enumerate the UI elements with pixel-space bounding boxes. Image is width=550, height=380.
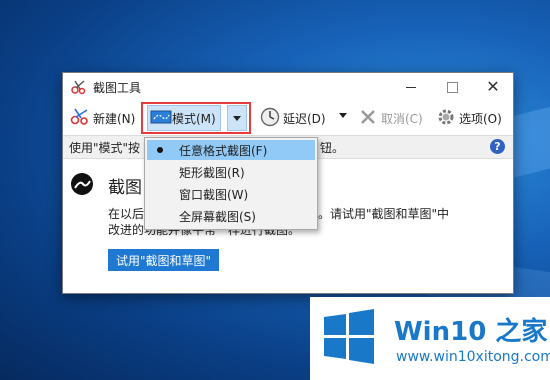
minimize-icon xyxy=(406,86,416,88)
maximize-icon xyxy=(446,81,458,93)
mode-label: 模式(M) xyxy=(172,111,216,126)
menu-item-window[interactable]: 窗口截图(W) xyxy=(147,184,315,204)
content-text: 。请试用"截图和草图"中 xyxy=(318,207,450,221)
title-bar: 截图工具 ✕ xyxy=(63,73,513,101)
cancel-label: 取消(C) xyxy=(381,111,423,126)
windows-logo-icon xyxy=(320,307,378,365)
scissors-icon xyxy=(70,108,90,129)
try-snip-sketch-button[interactable]: 试用"截图和草图" xyxy=(108,249,220,271)
content-text: 在以后 xyxy=(108,207,145,221)
menu-item-rectangular[interactable]: 矩形截图(R) xyxy=(147,162,315,182)
menu-item-label: 任意格式截图(F) xyxy=(179,143,268,158)
menu-item-label: 矩形截图(R) xyxy=(179,165,245,180)
mode-button[interactable]: 模式(M) xyxy=(147,105,221,131)
hint-text: 使用"模式"按 xyxy=(69,140,141,155)
watermark: Win10 之家 www.win10xitong.com xyxy=(310,297,550,380)
mode-icon xyxy=(150,109,172,128)
mode-highlight-box: 模式(M) xyxy=(141,102,251,134)
chevron-down-icon xyxy=(232,115,241,121)
snip-sketch-logo-icon xyxy=(71,173,93,195)
chevron-down-icon[interactable] xyxy=(339,113,347,118)
scissors-icon xyxy=(71,79,87,95)
content-heading: 截图 xyxy=(108,178,142,198)
window-title: 截图工具 xyxy=(93,80,142,95)
gear-icon xyxy=(436,107,456,130)
options-button[interactable]: 选项(O) xyxy=(433,104,505,132)
help-icon[interactable]: ? xyxy=(490,139,505,154)
maximize-button[interactable] xyxy=(432,73,472,101)
toolbar: 新建(N) 模式(M) 延迟(D) 取消(C) 选项(O) xyxy=(63,101,513,135)
new-button[interactable]: 新建(N) xyxy=(67,104,138,132)
hint-text-end: 钮。 xyxy=(320,140,345,155)
menu-item-full-screen[interactable]: 全屏幕截图(S) xyxy=(147,206,315,226)
menu-item-free-form[interactable]: 任意格式截图(F) xyxy=(147,140,315,160)
watermark-title: Win10 之家 xyxy=(394,317,548,347)
delay-button[interactable]: 延迟(D) xyxy=(257,104,329,132)
close-icon: ✕ xyxy=(486,77,500,96)
delay-label: 延迟(D) xyxy=(283,111,326,126)
menu-item-label: 全屏幕截图(S) xyxy=(179,209,256,224)
menu-item-label: 窗口截图(W) xyxy=(179,187,249,202)
cancel-button[interactable]: 取消(C) xyxy=(355,104,426,132)
close-button[interactable]: ✕ xyxy=(473,73,513,101)
selected-bullet-icon xyxy=(157,147,163,153)
mode-dropdown-arrow[interactable] xyxy=(226,105,247,131)
minimize-button[interactable] xyxy=(391,73,431,101)
mode-dropdown-menu: 任意格式截图(F) 矩形截图(R) 窗口截图(W) 全屏幕截图(S) xyxy=(144,137,318,230)
options-label: 选项(O) xyxy=(459,111,502,126)
clock-icon xyxy=(260,107,280,130)
close-icon xyxy=(358,107,378,130)
watermark-url: www.win10xitong.com xyxy=(396,349,550,365)
new-label: 新建(N) xyxy=(93,111,136,126)
